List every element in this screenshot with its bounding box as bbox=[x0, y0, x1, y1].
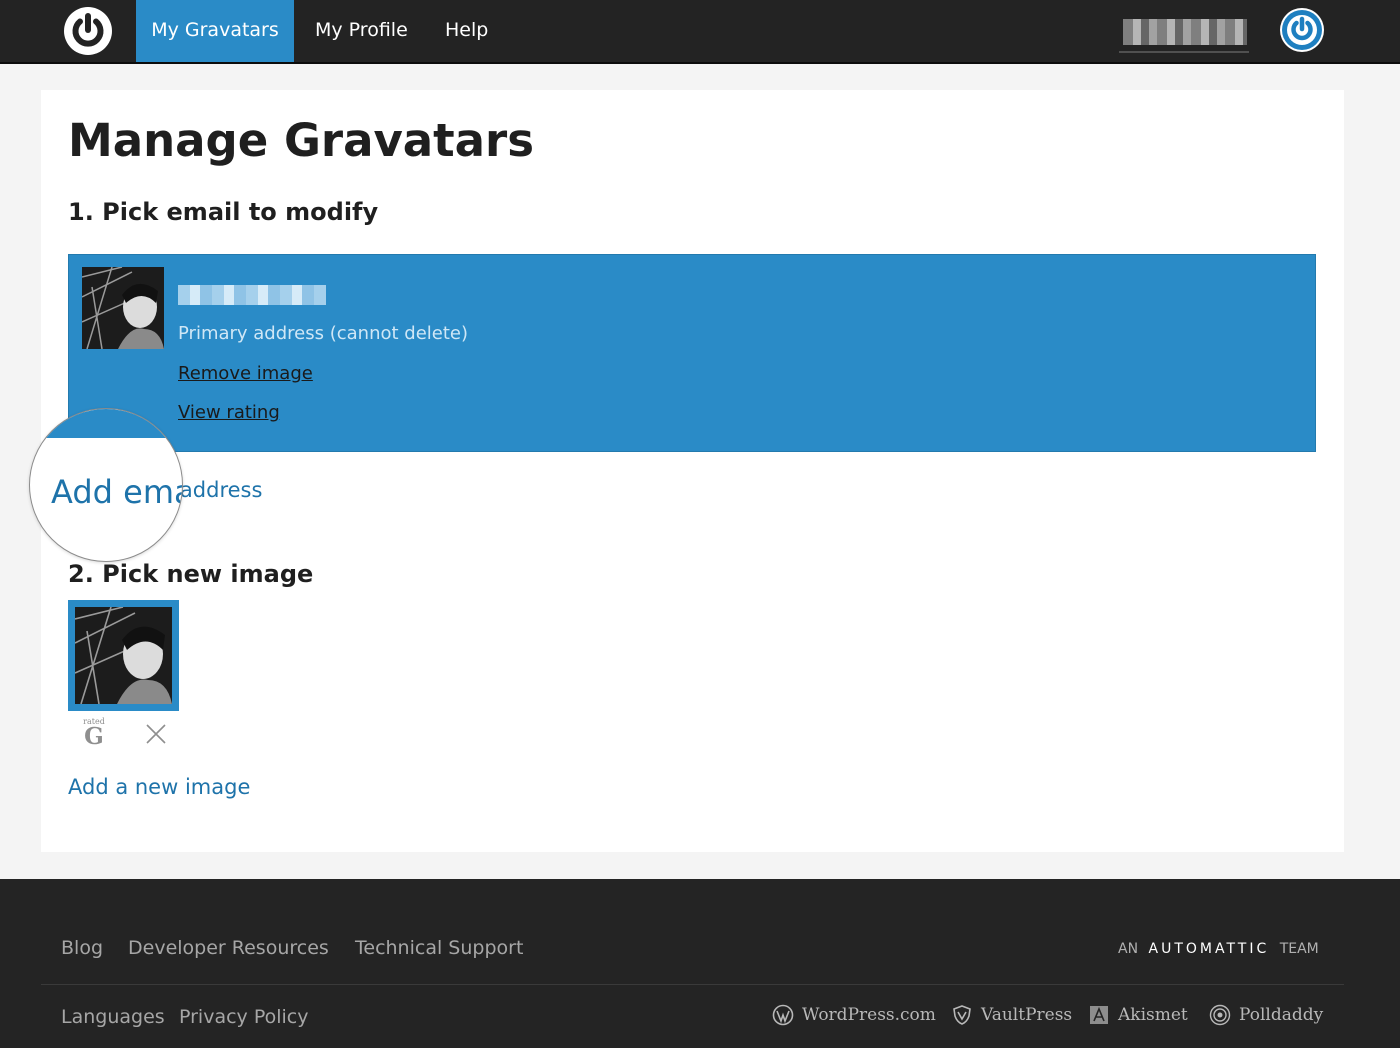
wordpress-label: WordPress.com bbox=[802, 1005, 936, 1025]
rating-letter: G bbox=[84, 723, 104, 750]
akismet-logo-icon bbox=[1090, 1006, 1108, 1024]
wordpress-logo-icon bbox=[772, 1004, 794, 1026]
footer-link-privacy-policy[interactable]: Privacy Policy bbox=[179, 1006, 308, 1028]
footer-link-developer-resources[interactable]: Developer Resources bbox=[128, 937, 329, 959]
team-suffix: TEAM bbox=[1279, 941, 1319, 957]
step2-heading: 2. Pick new image bbox=[68, 560, 314, 588]
footer-divider bbox=[41, 984, 1344, 985]
portrait-photo-icon bbox=[82, 267, 164, 349]
footer-link-technical-support[interactable]: Technical Support bbox=[355, 937, 523, 959]
footer-family-vaultpress[interactable]: VaultPress bbox=[951, 1003, 1072, 1027]
vaultpress-label: VaultPress bbox=[981, 1005, 1073, 1025]
email-avatar-thumbnail bbox=[82, 267, 164, 349]
tab-help[interactable]: Help bbox=[445, 0, 488, 62]
manage-gravatars-card: Manage Gravatars 1. Pick email to modify… bbox=[29, 90, 1344, 852]
email-address-redacted bbox=[178, 285, 326, 305]
akismet-label: Akismet bbox=[1118, 1005, 1188, 1025]
footer-link-blog[interactable]: Blog bbox=[61, 937, 103, 959]
vaultpress-shield-icon bbox=[953, 1005, 971, 1025]
gravatar-logo-icon[interactable] bbox=[63, 6, 113, 56]
delete-image-close-icon[interactable] bbox=[144, 722, 168, 746]
polldaddy-logo-icon bbox=[1209, 1004, 1231, 1026]
top-navigation: My Gravatars My Profile Help bbox=[0, 0, 1400, 64]
gravatar-image-tile[interactable] bbox=[68, 600, 179, 711]
polldaddy-label: Polldaddy bbox=[1239, 1005, 1324, 1025]
primary-address-note: Primary address (cannot delete) bbox=[178, 323, 469, 344]
user-name-redacted[interactable] bbox=[1119, 19, 1249, 53]
magnifier-email-row-band bbox=[30, 409, 182, 438]
gravatar-image bbox=[75, 607, 172, 704]
selected-email-row[interactable]: Primary address (cannot delete) Remove i… bbox=[68, 254, 1316, 452]
tab-my-profile[interactable]: My Profile bbox=[315, 0, 408, 62]
portrait-photo-icon bbox=[75, 607, 172, 704]
remove-image-link[interactable]: Remove image bbox=[178, 363, 313, 384]
add-new-image-link[interactable]: Add a new image bbox=[68, 775, 250, 799]
footer-link-languages[interactable]: Languages bbox=[61, 1006, 165, 1028]
site-footer: Blog Developer Resources Technical Suppo… bbox=[0, 879, 1400, 1048]
team-prefix: AN bbox=[1118, 941, 1139, 957]
rating-g-badge-icon: rated G bbox=[81, 718, 107, 750]
automattic-wordmark: AUTOMATTIC bbox=[1148, 941, 1270, 957]
page-title: Manage Gravatars bbox=[68, 114, 534, 167]
view-rating-link[interactable]: View rating bbox=[178, 402, 280, 423]
footer-family-akismet[interactable]: Akismet bbox=[1088, 1003, 1188, 1027]
tab-my-gravatars[interactable]: My Gravatars bbox=[136, 0, 294, 62]
magnifier-callout: Add ema bbox=[29, 408, 183, 562]
step1-heading: 1. Pick email to modify bbox=[68, 198, 379, 226]
user-avatar-icon[interactable] bbox=[1280, 8, 1324, 52]
footer-family-wordpress[interactable]: WordPress.com bbox=[772, 1003, 936, 1027]
footer-family-polldaddy[interactable]: Polldaddy bbox=[1209, 1003, 1323, 1027]
automattic-team-badge[interactable]: AN AUTOMATTIC TEAM bbox=[1118, 941, 1319, 963]
magnifier-text: Add ema bbox=[51, 473, 183, 511]
